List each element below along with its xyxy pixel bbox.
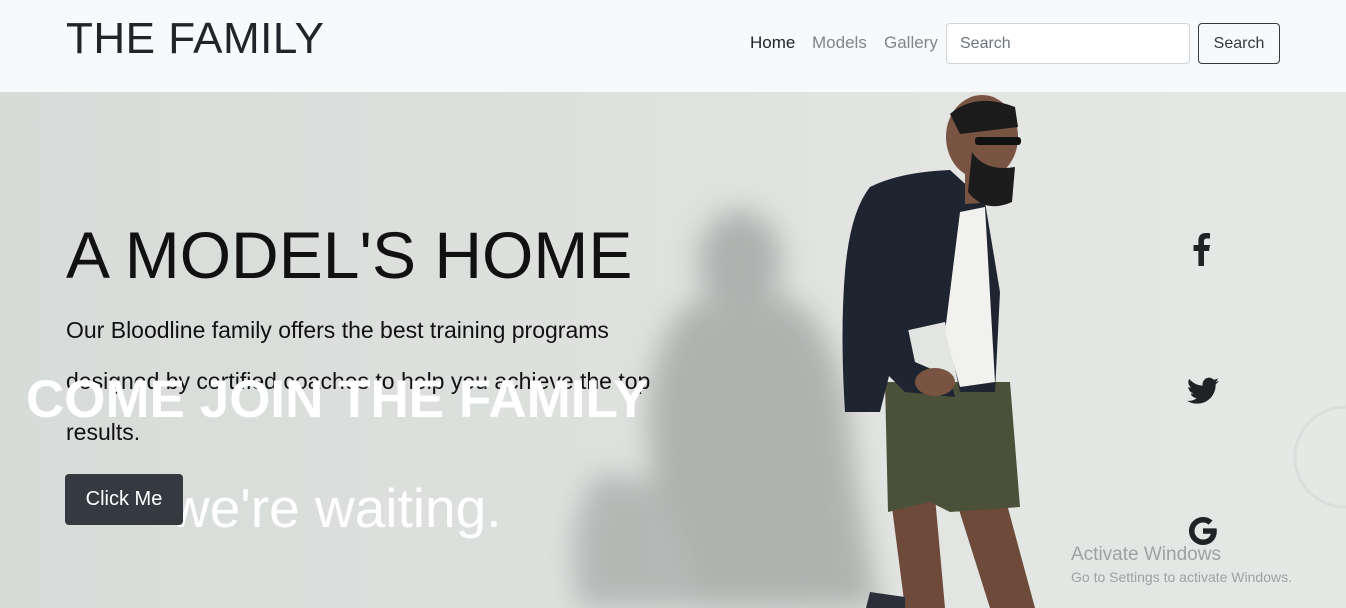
nav-link-gallery[interactable]: Gallery	[884, 33, 938, 53]
brand-logo[interactable]: THE FAMILY	[66, 14, 324, 64]
windows-activation-title: Activate Windows	[1071, 544, 1221, 565]
click-me-button[interactable]: Click Me	[65, 474, 183, 525]
google-icon[interactable]	[1186, 514, 1220, 548]
hero-title: A MODEL'S HOME	[66, 218, 633, 292]
facebook-icon[interactable]	[1184, 232, 1218, 266]
search-input[interactable]	[946, 23, 1190, 64]
nav-link-models[interactable]: Models	[812, 33, 867, 53]
hero-section: A MODEL'S HOME Our Bloodline family offe…	[0, 92, 1346, 608]
overlay-title: COME JOIN THE FAMILY	[26, 370, 649, 429]
twitter-icon[interactable]	[1186, 374, 1220, 408]
search-button[interactable]: Search	[1198, 23, 1280, 64]
nav-link-home[interactable]: Home	[750, 33, 795, 53]
windows-activation-subtitle: Go to Settings to activate Windows.	[1071, 569, 1292, 585]
navbar: THE FAMILY Home Models Gallery Search	[0, 0, 1346, 92]
overlay-subtitle: we're waiting.	[170, 477, 502, 539]
